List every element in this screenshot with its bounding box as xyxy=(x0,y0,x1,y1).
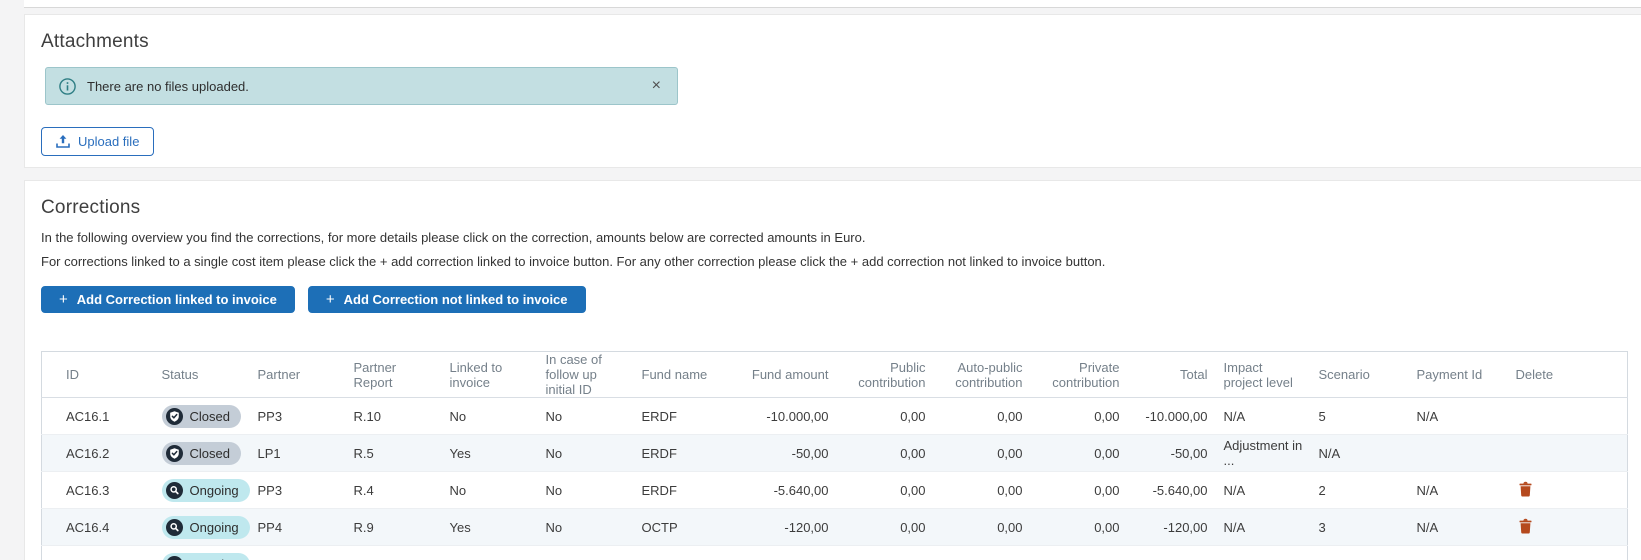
attachments-title: Attachments xyxy=(41,31,1625,53)
delete-button[interactable] xyxy=(1516,516,1535,539)
corrections-section: Corrections In the following overview yo… xyxy=(24,180,1641,560)
table-row[interactable]: AC16.4 Ongoing PP4 R.9 Yes xyxy=(42,509,1628,546)
col-partner-report: Partner Report xyxy=(346,352,442,398)
col-status: Status xyxy=(154,352,250,398)
no-files-alert: There are no files uploaded. × xyxy=(45,67,678,105)
status-label: Closed xyxy=(190,409,230,424)
col-id: ID xyxy=(42,352,154,398)
col-delete: Delete xyxy=(1508,352,1628,398)
col-public-contribution: Public contribution xyxy=(837,352,934,398)
status-shield-icon xyxy=(166,556,183,560)
attachments-section: Attachments There are no files uploaded.… xyxy=(24,14,1641,168)
corrections-description-2: For corrections linked to a single cost … xyxy=(41,254,1625,270)
status-shield-icon xyxy=(166,445,183,462)
upload-icon xyxy=(56,134,70,149)
add-correction-linked-label: Add Correction linked to invoice xyxy=(77,292,277,307)
add-correction-not-linked-button[interactable]: + Add Correction not linked to invoice xyxy=(308,286,586,313)
table-row[interactable]: AC16.3 Ongoing PP3 R.4 No N xyxy=(42,472,1628,509)
col-payment-id: Payment Id xyxy=(1409,352,1508,398)
plus-icon: + xyxy=(59,291,68,308)
col-partner: Partner xyxy=(250,352,346,398)
corrections-actions: + Add Correction linked to invoice + Add… xyxy=(41,286,1625,313)
corrections-description-1: In the following overview you find the c… xyxy=(41,230,1625,246)
plus-icon: + xyxy=(326,291,335,308)
col-impact-project-level: Impact project level xyxy=(1216,352,1311,398)
add-correction-not-linked-label: Add Correction not linked to invoice xyxy=(344,292,568,307)
status-label: Ongoing xyxy=(190,557,239,560)
col-scenario: Scenario xyxy=(1311,352,1409,398)
status-shield-icon xyxy=(166,408,183,425)
status-shield-icon xyxy=(166,519,183,536)
upload-file-button[interactable]: Upload file xyxy=(41,127,154,156)
status-label: Closed xyxy=(190,446,230,461)
info-icon xyxy=(59,78,76,95)
status-badge: Closed xyxy=(162,442,241,465)
status-badge: Closed xyxy=(162,405,241,428)
previous-card-bottom-edge xyxy=(24,0,1641,8)
add-correction-linked-button[interactable]: + Add Correction linked to invoice xyxy=(41,286,295,313)
col-private-contribution: Private contribution xyxy=(1031,352,1128,398)
corrections-table: ID Status Partner Partner Report Linked … xyxy=(41,351,1628,560)
col-follow-up-initial-id: In case of follow up initial ID xyxy=(538,352,634,398)
table-row[interactable]: Ongoing xyxy=(42,546,1628,560)
col-fund-name: Fund name xyxy=(634,352,730,398)
col-total: Total xyxy=(1128,352,1216,398)
status-badge: Ongoing xyxy=(162,479,250,502)
upload-file-label: Upload file xyxy=(78,134,139,149)
trash-icon xyxy=(1519,518,1532,534)
status-label: Ongoing xyxy=(190,520,239,535)
col-fund-amount: Fund amount xyxy=(730,352,837,398)
status-badge: Ongoing xyxy=(162,516,250,539)
col-linked-to-invoice: Linked to invoice xyxy=(442,352,538,398)
col-auto-public-contribution: Auto-public contribution xyxy=(934,352,1031,398)
table-header-row: ID Status Partner Partner Report Linked … xyxy=(42,352,1628,398)
status-label: Ongoing xyxy=(190,483,239,498)
table-row[interactable]: AC16.2 Closed LP1 R.5 Yes N xyxy=(42,435,1628,472)
table-row[interactable]: AC16.1 Closed PP3 R.10 No N xyxy=(42,398,1628,435)
status-badge: Ongoing xyxy=(162,553,250,560)
alert-message: There are no files uploaded. xyxy=(87,79,249,94)
alert-close-icon[interactable]: × xyxy=(648,76,665,96)
status-shield-icon xyxy=(166,482,183,499)
trash-icon xyxy=(1519,481,1532,497)
delete-button[interactable] xyxy=(1516,479,1535,502)
corrections-title: Corrections xyxy=(41,197,1625,219)
